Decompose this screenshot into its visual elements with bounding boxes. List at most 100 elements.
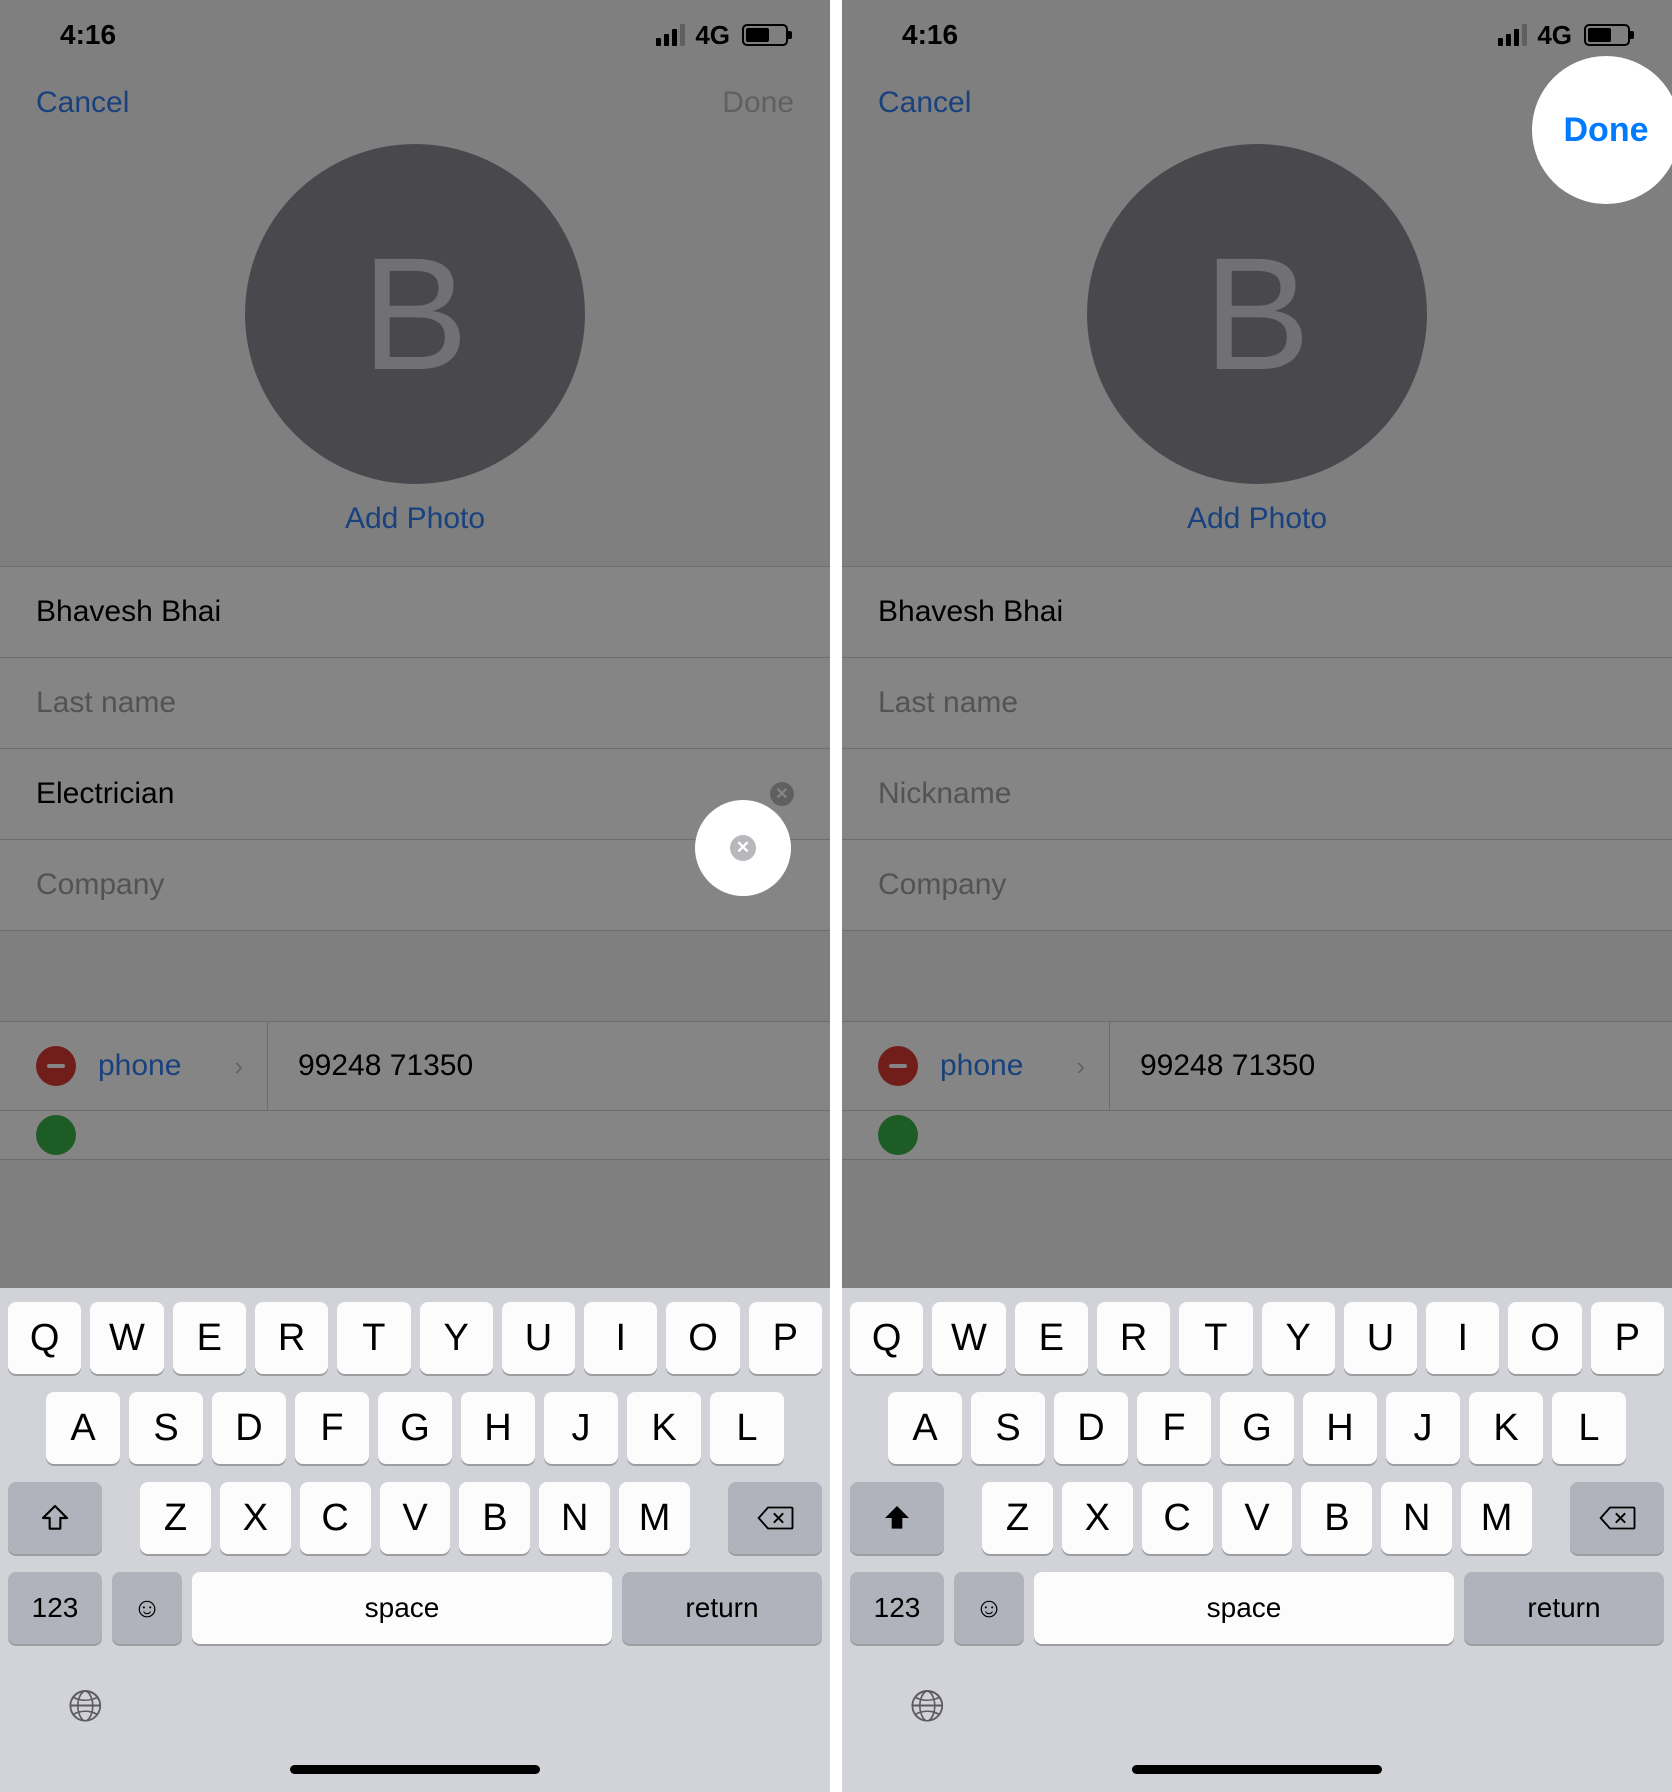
key-y[interactable]: Y <box>420 1302 493 1374</box>
emoji-key[interactable]: ☺ <box>954 1572 1024 1644</box>
key-z[interactable]: Z <box>982 1482 1053 1554</box>
key-i[interactable]: I <box>584 1302 657 1374</box>
key-q[interactable]: Q <box>850 1302 923 1374</box>
space-key[interactable]: space <box>192 1572 612 1644</box>
clear-text-icon-highlight[interactable]: ✕ <box>730 835 756 861</box>
numbers-key[interactable]: 123 <box>8 1572 102 1644</box>
key-w[interactable]: W <box>932 1302 1005 1374</box>
cancel-button[interactable]: Cancel <box>36 86 129 120</box>
key-j[interactable]: J <box>544 1392 618 1464</box>
shift-key[interactable] <box>8 1482 102 1554</box>
home-indicator[interactable] <box>290 1765 540 1774</box>
first-name-field[interactable]: Bhavesh Bhai <box>0 566 830 658</box>
key-c[interactable]: C <box>300 1482 371 1554</box>
key-m[interactable]: M <box>619 1482 690 1554</box>
home-indicator[interactable] <box>1132 1765 1382 1774</box>
phone-number-value[interactable]: 99248 71350 <box>1110 1049 1315 1083</box>
key-g[interactable]: G <box>1220 1392 1294 1464</box>
contact-avatar[interactable]: B <box>1087 144 1427 484</box>
key-k[interactable]: K <box>1469 1392 1543 1464</box>
key-t[interactable]: T <box>337 1302 410 1374</box>
key-b[interactable]: B <box>459 1482 530 1554</box>
key-b[interactable]: B <box>1301 1482 1372 1554</box>
add-phone-row[interactable] <box>0 1110 830 1159</box>
key-x[interactable]: X <box>220 1482 291 1554</box>
numbers-key[interactable]: 123 <box>850 1572 944 1644</box>
key-n[interactable]: N <box>539 1482 610 1554</box>
add-phone-row[interactable] <box>842 1110 1672 1159</box>
space-key[interactable]: space <box>1034 1572 1454 1644</box>
key-e[interactable]: E <box>1015 1302 1088 1374</box>
last-name-field[interactable]: Last name <box>842 658 1672 749</box>
last-name-field[interactable]: Last name <box>0 658 830 749</box>
backspace-key[interactable] <box>728 1482 822 1554</box>
done-button-highlight[interactable]: Done <box>1564 111 1649 150</box>
key-o[interactable]: O <box>666 1302 739 1374</box>
phone-row[interactable]: phone › 99248 71350 <box>842 1022 1672 1110</box>
phone-type-label[interactable]: phone <box>98 1049 212 1083</box>
clear-text-icon[interactable]: ✕ <box>770 782 794 806</box>
return-key[interactable]: return <box>622 1572 822 1644</box>
key-u[interactable]: U <box>502 1302 575 1374</box>
key-u[interactable]: U <box>1344 1302 1417 1374</box>
nickname-field[interactable]: Nickname <box>842 749 1672 840</box>
key-g[interactable]: G <box>378 1392 452 1464</box>
key-z[interactable]: Z <box>140 1482 211 1554</box>
key-n[interactable]: N <box>1381 1482 1452 1554</box>
contact-avatar[interactable]: B <box>245 144 585 484</box>
keyboard[interactable]: Q W E R T Y U I O P A S D F G H J K L <box>842 1288 1672 1792</box>
key-p[interactable]: P <box>1591 1302 1664 1374</box>
key-a[interactable]: A <box>46 1392 120 1464</box>
key-p[interactable]: P <box>749 1302 822 1374</box>
add-photo-button[interactable]: Add Photo <box>1187 502 1327 536</box>
phone-type-cell[interactable]: phone › <box>842 1022 1110 1110</box>
globe-icon[interactable]: 🌐︎ <box>68 1682 103 1732</box>
globe-icon[interactable]: 🌐︎ <box>910 1682 945 1732</box>
key-s[interactable]: S <box>971 1392 1045 1464</box>
backspace-key[interactable] <box>1570 1482 1664 1554</box>
add-phone-icon[interactable] <box>36 1115 76 1155</box>
phone-row[interactable]: phone › 99248 71350 <box>0 1022 830 1110</box>
key-v[interactable]: V <box>1222 1482 1293 1554</box>
key-e[interactable]: E <box>173 1302 246 1374</box>
key-l[interactable]: L <box>1552 1392 1626 1464</box>
key-v[interactable]: V <box>380 1482 451 1554</box>
key-r[interactable]: R <box>255 1302 328 1374</box>
return-key[interactable]: return <box>1464 1572 1664 1644</box>
phone-type-label[interactable]: phone <box>940 1049 1054 1083</box>
key-m[interactable]: M <box>1461 1482 1532 1554</box>
key-o[interactable]: O <box>1508 1302 1581 1374</box>
emoji-key[interactable]: ☺ <box>112 1572 182 1644</box>
key-x[interactable]: X <box>1062 1482 1133 1554</box>
key-d[interactable]: D <box>212 1392 286 1464</box>
key-a[interactable]: A <box>888 1392 962 1464</box>
key-d[interactable]: D <box>1054 1392 1128 1464</box>
key-c[interactable]: C <box>1142 1482 1213 1554</box>
remove-phone-icon[interactable] <box>36 1046 76 1086</box>
company-field[interactable]: Company <box>842 840 1672 931</box>
first-name-field[interactable]: Bhavesh Bhai <box>842 566 1672 658</box>
key-h[interactable]: H <box>461 1392 535 1464</box>
key-h[interactable]: H <box>1303 1392 1377 1464</box>
key-j[interactable]: J <box>1386 1392 1460 1464</box>
remove-phone-icon[interactable] <box>878 1046 918 1086</box>
add-phone-icon[interactable] <box>878 1115 918 1155</box>
key-k[interactable]: K <box>627 1392 701 1464</box>
phone-type-cell[interactable]: phone › <box>0 1022 268 1110</box>
phone-number-value[interactable]: 99248 71350 <box>268 1049 473 1083</box>
key-i[interactable]: I <box>1426 1302 1499 1374</box>
key-y[interactable]: Y <box>1262 1302 1335 1374</box>
key-r[interactable]: R <box>1097 1302 1170 1374</box>
cancel-button[interactable]: Cancel <box>878 86 971 120</box>
key-f[interactable]: F <box>1137 1392 1211 1464</box>
key-w[interactable]: W <box>90 1302 163 1374</box>
key-q[interactable]: Q <box>8 1302 81 1374</box>
key-s[interactable]: S <box>129 1392 203 1464</box>
key-f[interactable]: F <box>295 1392 369 1464</box>
keyboard[interactable]: Q W E R T Y U I O P A S D F G H J K L <box>0 1288 830 1792</box>
kb-row-bottom: 123 ☺ space return <box>8 1572 822 1644</box>
key-t[interactable]: T <box>1179 1302 1252 1374</box>
key-l[interactable]: L <box>710 1392 784 1464</box>
shift-key[interactable] <box>850 1482 944 1554</box>
add-photo-button[interactable]: Add Photo <box>345 502 485 536</box>
